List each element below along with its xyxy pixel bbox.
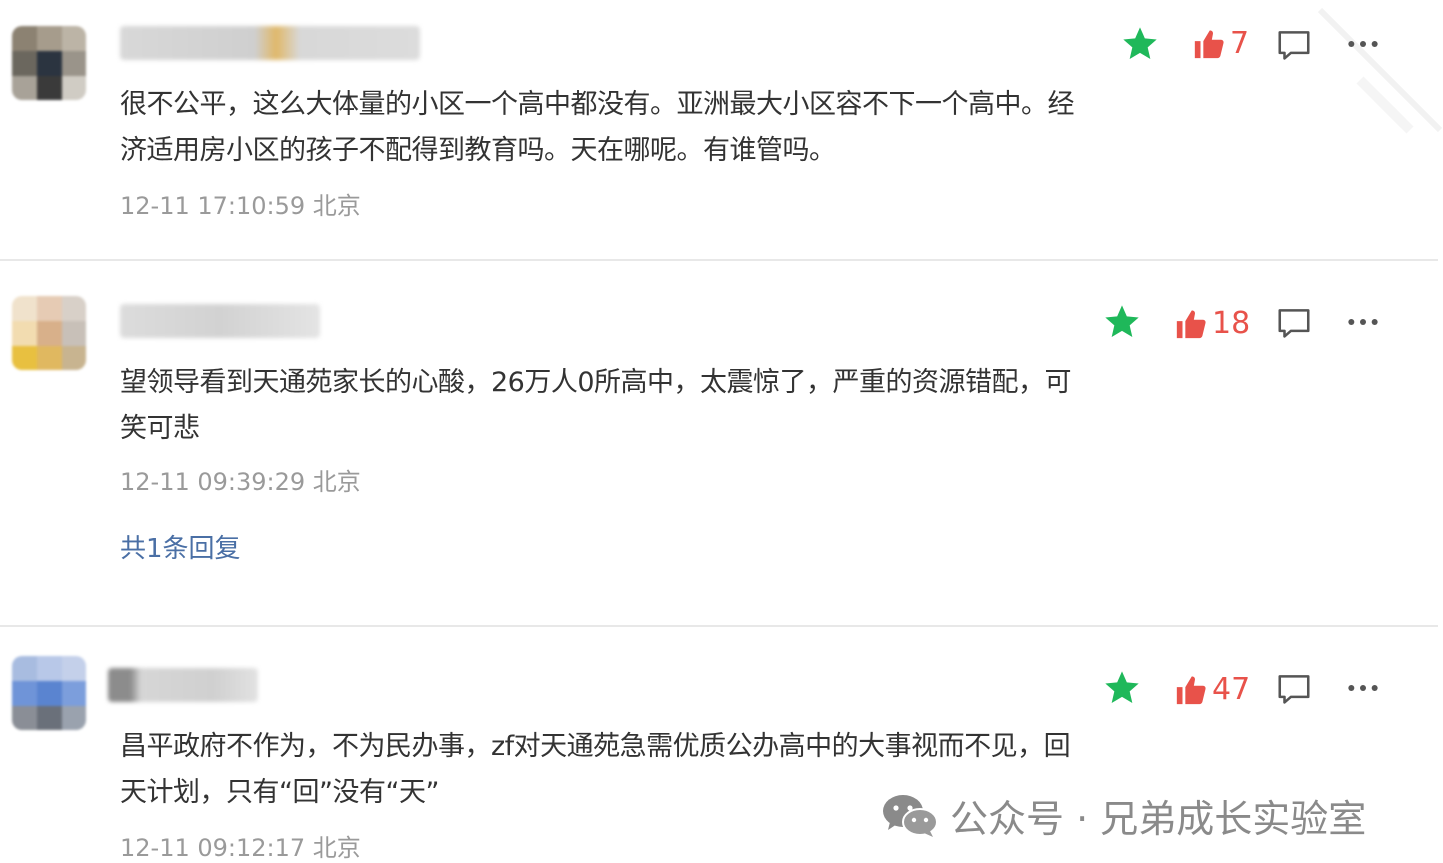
like-button[interactable]: 47 [1174, 670, 1250, 710]
thumbs-up-icon [1176, 310, 1206, 339]
comment-actions: 18 [1097, 302, 1407, 342]
thumbs-up-icon [1176, 676, 1206, 705]
avatar[interactable] [12, 26, 86, 100]
comment-bubble-icon[interactable] [1275, 670, 1313, 708]
divider [0, 625, 1438, 627]
comment-time: 12-11 09:39:29 北京 [120, 468, 361, 496]
more-dots-icon[interactable] [1343, 668, 1383, 708]
like-button[interactable]: 7 [1192, 24, 1249, 64]
more-dots-icon[interactable] [1343, 302, 1383, 342]
star-icon[interactable] [1102, 302, 1142, 342]
watermark-text: 公众号 · 兄弟成长实验室 [950, 796, 1367, 841]
thumbs-up-icon [1194, 30, 1224, 59]
like-count: 7 [1230, 26, 1250, 61]
star-icon[interactable] [1102, 668, 1142, 708]
comment-bubble-icon[interactable] [1275, 26, 1313, 64]
view-replies-link[interactable]: 共1条回复 [120, 528, 241, 565]
username[interactable] [120, 304, 320, 338]
comment-text: 望领导看到天通苑家长的心酸，26万人0所高中，太震惊了，严重的资源错配，可笑可悲 [120, 367, 1072, 444]
like-count: 47 [1212, 672, 1251, 707]
username[interactable] [120, 26, 420, 60]
comment-time: 12-11 17:10:59 北京 [120, 192, 361, 220]
more-dots-icon[interactable] [1343, 24, 1383, 64]
wechat-icon [883, 795, 938, 837]
star-icon[interactable] [1120, 24, 1160, 64]
comment-actions: 47 [1097, 668, 1407, 708]
divider [0, 259, 1438, 261]
comment-actions: 7 [1115, 24, 1405, 64]
watermark: 公众号 · 兄弟成长实验室 [880, 790, 1367, 841]
comment-text: 很不公平，这么大体量的小区一个高中都没有。亚洲最大小区容不下一个高中。经济适用房… [120, 89, 1075, 166]
username[interactable] [108, 668, 258, 702]
like-count: 18 [1212, 306, 1251, 341]
comment-time: 12-11 09:12:17 北京 [120, 834, 361, 862]
comment-item: 7 很不公平，这么大体量的小区一个高中都没有。亚洲最大小区容不下一个高中。经济适… [0, 0, 1443, 260]
comment-item: 18 望领导看到天通苑家长的心酸，26万人0所高中，太震惊了，严重的资源错配，可… [0, 262, 1443, 627]
avatar[interactable] [12, 296, 86, 370]
comment-bubble-icon[interactable] [1275, 304, 1313, 342]
avatar[interactable] [12, 656, 86, 730]
like-button[interactable]: 18 [1174, 304, 1250, 344]
